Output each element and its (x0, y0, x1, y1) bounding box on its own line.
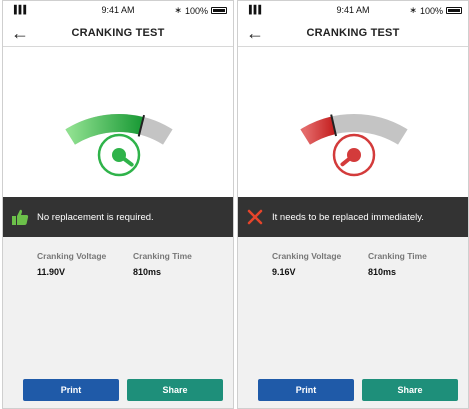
battery-percent: 100% (419, 5, 443, 16)
page-title: CRANKING TEST (71, 27, 165, 39)
results-panel: Cranking Voltage 11.90V Cranking Time 81… (3, 237, 233, 408)
metric-value: 9.16V (272, 267, 296, 277)
metric-label: Cranking Time (133, 251, 192, 261)
metric-value: 810ms (133, 267, 162, 277)
page-title: CRANKING TEST (306, 27, 400, 39)
metric-cranking-time: Cranking Time 810ms (368, 251, 427, 277)
nav-bar: ← CRANKING TEST (3, 21, 233, 47)
battery-gauge (65, 114, 173, 177)
status-bar: ▐▐▐ 9:41 AM ∗ 100% (238, 1, 468, 21)
gauge-fill (65, 114, 144, 145)
gauge-fill (300, 116, 336, 145)
result-message: It needs to be replaced immediately. (272, 211, 424, 223)
result-banner: It needs to be replaced immediately. (238, 197, 468, 237)
battery-gauge (300, 114, 408, 177)
battery-status: ∗ 100% (409, 5, 462, 16)
metric-label: Cranking Time (368, 251, 427, 261)
result-banner: No replacement is required. (3, 197, 233, 237)
nav-bar: ← CRANKING TEST (238, 21, 468, 47)
metric-label: Cranking Voltage (37, 251, 107, 261)
metric-label: Cranking Voltage (272, 251, 342, 261)
share-button[interactable]: Share (362, 379, 458, 401)
result-message: No replacement is required. (37, 211, 154, 223)
metric-cranking-time: Cranking Time 810ms (133, 251, 192, 277)
metric-value: 810ms (368, 267, 397, 277)
bluetooth-icon: ∗ (174, 5, 182, 15)
gauge-hub (112, 148, 126, 162)
phone-screen-pass: ▐▐▐ 9:41 AM ∗ 100% ← CRANKING TEST No re… (2, 0, 234, 409)
phone-screen-fail: ▐▐▐ 9:41 AM ∗ 100% ← CRANKING TEST It ne… (237, 0, 469, 409)
battery-status: ∗ 100% (174, 5, 227, 16)
close-x-icon (238, 209, 272, 225)
metric-cranking-voltage: Cranking Voltage 9.16V (272, 251, 341, 277)
print-button[interactable]: Print (258, 379, 354, 401)
battery-icon (211, 7, 227, 14)
print-button[interactable]: Print (23, 379, 119, 401)
battery-percent: 100% (184, 5, 208, 16)
thumbs-up-icon (3, 208, 37, 226)
metric-cranking-voltage: Cranking Voltage 11.90V (37, 251, 106, 277)
battery-icon (446, 7, 462, 14)
share-button[interactable]: Share (127, 379, 223, 401)
results-panel: Cranking Voltage 9.16V Cranking Time 810… (238, 237, 468, 408)
metric-value: 11.90V (37, 267, 66, 277)
gauge-hub (347, 148, 361, 162)
bluetooth-icon: ∗ (409, 5, 417, 15)
status-bar: ▐▐▐ 9:41 AM ∗ 100% (3, 1, 233, 21)
